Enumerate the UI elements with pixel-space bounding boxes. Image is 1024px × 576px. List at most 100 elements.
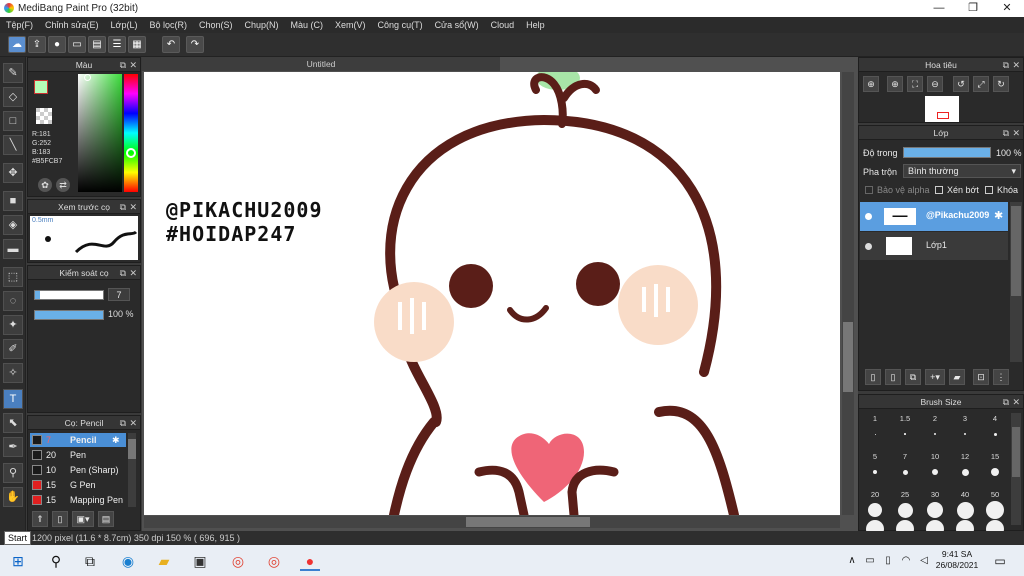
brush-item-pen[interactable]: 20 Pen xyxy=(30,448,126,462)
brush-size-dot[interactable] xyxy=(986,501,1004,519)
close-icon[interactable]: ✕ xyxy=(129,266,137,280)
grid-icon[interactable]: ▦ xyxy=(128,36,146,53)
popout-icon[interactable]: ⧉ xyxy=(120,416,126,430)
menu-layer[interactable]: Lớp(L) xyxy=(105,17,144,33)
brush-size-dot[interactable] xyxy=(956,501,974,519)
clock[interactable]: 9:41 SA 26/08/2021 xyxy=(934,549,980,571)
brush-settings-icon[interactable]: ▤ xyxy=(98,511,114,527)
list-icon[interactable]: ☰ xyxy=(108,36,126,53)
medibang-taskbar-icon[interactable]: ● xyxy=(300,551,320,571)
layer-opacity-slider[interactable] xyxy=(903,147,991,158)
popout-icon[interactable]: ⧉ xyxy=(120,58,126,72)
navigator-viewport[interactable] xyxy=(937,112,949,119)
close-icon[interactable]: ✕ xyxy=(1012,395,1020,409)
menu-snap[interactable]: Chụp(N) xyxy=(239,17,285,33)
chrome-icon[interactable]: ◎ xyxy=(228,551,248,571)
brush-size-grid[interactable]: 1 1.5 2 3 4 5 7 10 12 15 20 25 30 40 50 xyxy=(859,410,1009,538)
merge-icon[interactable]: ⊡ xyxy=(973,369,989,385)
chevron-up-icon[interactable]: ∧ xyxy=(842,551,862,571)
brush-size-option-label[interactable]: 1.5 xyxy=(891,414,919,423)
add-brush-icon[interactable]: ⇑ xyxy=(32,511,48,527)
brush-size-option-label[interactable]: 1 xyxy=(861,414,889,423)
brush-size-option-label[interactable]: 40 xyxy=(951,490,979,499)
comment-icon[interactable]: ▭ xyxy=(68,36,86,53)
gradient-tool-icon[interactable]: ▬ xyxy=(3,239,23,259)
brush-size-option-label[interactable]: 50 xyxy=(981,490,1009,499)
menu-view[interactable]: Xem(V) xyxy=(329,17,372,33)
page-icon[interactable]: ▤ xyxy=(88,36,106,53)
protect-alpha-checkbox[interactable] xyxy=(865,186,873,194)
volume-icon[interactable]: ◁ xyxy=(914,551,934,571)
brush-size-dot[interactable] xyxy=(963,432,967,436)
select-eraser-tool-icon[interactable]: ✧ xyxy=(3,363,23,383)
zoom-in-icon[interactable]: ⊕ xyxy=(863,76,879,92)
close-icon[interactable]: ✕ xyxy=(129,200,137,214)
brush-size-dot[interactable] xyxy=(868,503,882,517)
brush-tool-icon[interactable]: ✎ xyxy=(3,63,23,83)
eyedropper-tool-icon[interactable]: ✒ xyxy=(3,437,23,457)
popout-icon[interactable]: ⧉ xyxy=(1003,126,1009,140)
popout-icon[interactable]: ⧉ xyxy=(120,266,126,280)
popout-icon[interactable]: ⧉ xyxy=(1003,395,1009,409)
brush-size-option-label[interactable]: 4 xyxy=(981,414,1009,423)
battery-icon[interactable]: ▯ xyxy=(878,551,898,571)
brush-size-value[interactable]: 7 xyxy=(108,288,130,301)
brush-menu-icon[interactable]: ▣▾ xyxy=(72,511,94,527)
brush-size-dot[interactable] xyxy=(904,433,906,435)
brush-size-dot[interactable] xyxy=(991,468,999,476)
new-brush-icon[interactable]: ▯ xyxy=(52,511,68,527)
clip-checkbox[interactable] xyxy=(935,186,943,194)
minimize-button[interactable]: — xyxy=(922,0,956,17)
brush-size-slider[interactable] xyxy=(34,290,104,300)
bucket-tool-icon[interactable]: ◈ xyxy=(3,215,23,235)
popout-icon[interactable]: ⧉ xyxy=(1003,58,1009,72)
rectangle-tool-icon[interactable]: □ xyxy=(3,111,23,131)
brush-size-option-label[interactable]: 15 xyxy=(981,452,1009,461)
dropper-tool-icon[interactable]: ⚲ xyxy=(3,463,23,483)
brush-size-option-label[interactable]: 25 xyxy=(891,490,919,499)
brush-size-option-label[interactable]: 3 xyxy=(951,414,979,423)
network-icon[interactable]: ▭ xyxy=(860,551,880,571)
canvas-horizontal-scrollbar[interactable] xyxy=(144,516,840,528)
task-view-icon[interactable]: ⧉ xyxy=(80,551,100,571)
lock-checkbox[interactable] xyxy=(985,186,993,194)
brush-size-dot[interactable] xyxy=(932,469,938,475)
menu-filter[interactable]: Bộ lọc(R) xyxy=(143,17,193,33)
rotate-right-icon[interactable]: ↻ xyxy=(993,76,1009,92)
close-icon[interactable]: ✕ xyxy=(1012,126,1020,140)
navigator-thumbnail[interactable] xyxy=(925,96,959,122)
brush-size-option-label[interactable]: 2 xyxy=(921,414,949,423)
brush-size-dot[interactable] xyxy=(873,470,877,474)
hue-slider[interactable] xyxy=(124,74,138,192)
select-pen-tool-icon[interactable]: ✐ xyxy=(3,339,23,359)
brush-size-dot[interactable] xyxy=(934,433,936,435)
lasso-tool-icon[interactable]: ◌ xyxy=(3,291,23,311)
brush-size-dot[interactable] xyxy=(874,433,876,435)
brush-size-dot[interactable] xyxy=(902,469,908,475)
brush-item-mapping-pen[interactable]: 15 Mapping Pen xyxy=(30,493,126,507)
undo-icon[interactable]: ↶ xyxy=(162,36,180,53)
menu-tools[interactable]: Công cụ(T) xyxy=(372,17,429,33)
wifi-icon[interactable]: ◠ xyxy=(896,551,916,571)
brush-size-option-label[interactable]: 5 xyxy=(861,452,889,461)
new-layer-icon[interactable]: ▯ xyxy=(865,369,881,385)
menu-window[interactable]: Cửa sổ(W) xyxy=(429,17,485,33)
brush-size-scrollbar[interactable] xyxy=(1011,413,1021,525)
brush-size-option-label[interactable]: 10 xyxy=(921,452,949,461)
sv-cursor[interactable] xyxy=(84,74,91,81)
redo-icon[interactable]: ↷ xyxy=(186,36,204,53)
close-button[interactable]: ✕ xyxy=(990,0,1024,17)
select-rect-tool-icon[interactable]: ⬚ xyxy=(3,267,23,287)
swap-color-icon[interactable]: ⇄ xyxy=(56,178,70,192)
zoom-actual-icon[interactable]: ⊕ xyxy=(887,76,903,92)
brush-size-dot[interactable] xyxy=(961,468,969,476)
hand-tool-icon[interactable]: ✋ xyxy=(3,487,23,507)
brush-size-dot[interactable] xyxy=(927,502,943,518)
foreground-color-swatch[interactable] xyxy=(34,80,48,94)
zoom-out-icon[interactable]: ⊖ xyxy=(927,76,943,92)
brush-opacity-slider[interactable] xyxy=(34,310,104,320)
add-layer-menu-icon[interactable]: +▾ xyxy=(925,369,945,385)
chrome-profile-icon[interactable]: ◎ xyxy=(264,551,284,571)
eye-icon[interactable] xyxy=(865,243,872,250)
menu-edit[interactable]: Chỉnh sửa(E) xyxy=(39,17,105,33)
